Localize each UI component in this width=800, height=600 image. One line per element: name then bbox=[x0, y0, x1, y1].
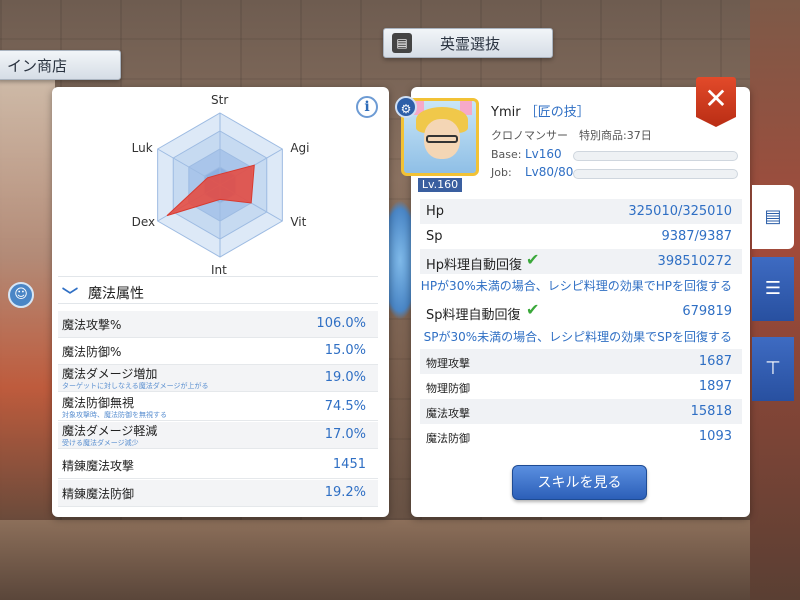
attribute-value: 1451 bbox=[332, 457, 366, 472]
stat-label: 物理防御 bbox=[426, 382, 470, 395]
stat-row-sp-auto: Sp料理自動回復 ✔ 679819 bbox=[420, 299, 742, 324]
stat-row-phys-atk: 物理攻撃 1687 bbox=[420, 349, 742, 374]
stat-label: 魔法防御 bbox=[426, 432, 470, 445]
stat-value: 325010/325010 bbox=[628, 204, 732, 219]
attribute-row: 魔法防御% 15.0% bbox=[58, 338, 378, 365]
attribute-row: 魔法ダメージ増加 ターゲットに対しなえる魔法ダメージが上がる 19.0% bbox=[58, 365, 378, 392]
attribute-value: 106.0% bbox=[316, 316, 366, 331]
base-level: Lv160 bbox=[525, 147, 562, 161]
gear-icon[interactable]: ⚙ bbox=[395, 96, 417, 118]
attribute-row: 精錬魔法防御 19.2% bbox=[58, 480, 378, 507]
npc-icon: ▤ bbox=[392, 33, 412, 53]
close-button[interactable]: ✕ bbox=[696, 77, 736, 127]
hp-auto-note: HPが30%未満の場合、レシピ料理の効果でHPを回復する bbox=[420, 279, 732, 293]
job-level: Lv80/80 bbox=[525, 165, 574, 179]
stat-row-hp: Hp 325010/325010 bbox=[420, 199, 742, 224]
magic-attribute-header[interactable]: ﹀ 魔法属性 bbox=[58, 276, 378, 305]
attribute-row: 魔法攻撃% 106.0% bbox=[58, 311, 378, 338]
tab-status[interactable]: ▤ bbox=[752, 185, 794, 249]
view-skills-button[interactable]: スキルを見る bbox=[512, 465, 647, 500]
radar-axis-label: Int bbox=[211, 263, 227, 277]
base-exp-bar bbox=[573, 151, 738, 161]
attribute-value: 74.5% bbox=[324, 399, 366, 414]
stat-value: 15818 bbox=[690, 404, 732, 419]
hierarchy-icon: ⊤ bbox=[765, 358, 781, 379]
stat-label: 物理攻撃 bbox=[426, 357, 470, 370]
stat-row-phys-def: 物理防御 1897 bbox=[420, 374, 742, 399]
stat-value: 1687 bbox=[698, 354, 732, 369]
attribute-name: 精錬魔法防御 bbox=[62, 487, 135, 501]
attribute-description: 受ける魔法ダメージ減少 bbox=[62, 439, 139, 447]
radar-axis-label: Vit bbox=[290, 215, 307, 229]
sliders-icon: ☰ bbox=[764, 278, 782, 299]
attribute-name: 魔法ダメージ増加 bbox=[62, 367, 158, 381]
attribute-row: 魔法ダメージ軽減 受ける魔法ダメージ減少 17.0% bbox=[58, 422, 378, 449]
attribute-name: 魔法防御% bbox=[62, 345, 122, 359]
radar-axis-label: Dex bbox=[131, 215, 156, 229]
stat-label: 魔法攻撃 bbox=[426, 407, 470, 420]
attribute-name: 精錬魔法攻撃 bbox=[62, 459, 135, 473]
clipboard-icon: ▤ bbox=[764, 206, 782, 227]
attribute-description: 対象攻撃時、魔法防御を無視する bbox=[62, 411, 167, 419]
stat-label: Hp料理自動回復 bbox=[426, 258, 523, 273]
stat-row-mag-atk: 魔法攻撃 15818 bbox=[420, 399, 742, 424]
stat-value: 1897 bbox=[698, 379, 732, 394]
tab-settings[interactable]: ☰ bbox=[752, 257, 794, 321]
stat-row-sp: Sp 9387/9387 bbox=[420, 224, 742, 249]
stat-label: Sp bbox=[426, 229, 443, 244]
chat-icon[interactable]: ☺ bbox=[8, 282, 34, 308]
background-floor bbox=[0, 520, 800, 600]
radar-axis-label: Str bbox=[211, 93, 229, 107]
character-job: クロノマンサー 特別商品:37日 bbox=[491, 129, 652, 142]
section-title: 魔法属性 bbox=[88, 286, 144, 302]
character-name-text: Ymir bbox=[491, 105, 521, 120]
level-badge: Lv.160 bbox=[418, 178, 462, 192]
job-label: Job: bbox=[491, 166, 512, 179]
radar-axis-label: Luk bbox=[131, 141, 153, 155]
character-name: Ymir ［匠の技］ bbox=[491, 101, 590, 120]
attribute-value: 17.0% bbox=[324, 427, 366, 442]
glasses bbox=[426, 135, 458, 143]
stat-radar-chart bbox=[157, 112, 283, 258]
attribute-value: 19.0% bbox=[324, 370, 366, 385]
attribute-row: 魔法防御無視 対象攻撃時、魔法防御を無視する 74.5% bbox=[58, 394, 378, 421]
stat-row-mag-def: 魔法防御 1093 bbox=[420, 424, 742, 449]
base-label: Base: bbox=[491, 148, 522, 161]
stat-label: Sp料理自動回復 bbox=[426, 308, 521, 323]
stat-value: 9387/9387 bbox=[661, 229, 732, 244]
character-title: ［匠の技］ bbox=[524, 105, 590, 120]
attribute-description: ターゲットに対しなえる魔法ダメージが上がる bbox=[62, 382, 209, 390]
chevron-down-icon: ﹀ bbox=[62, 286, 79, 305]
check-icon[interactable]: ✔ bbox=[526, 252, 544, 268]
hero-select-label: 英霊選抜 bbox=[440, 35, 501, 53]
stat-value: 679819 bbox=[682, 304, 732, 319]
stat-label: Hp bbox=[426, 204, 445, 219]
attribute-row: 精錬魔法攻撃 1451 bbox=[58, 452, 378, 479]
attribute-name: 魔法防御無視 bbox=[62, 396, 135, 410]
attribute-value: 15.0% bbox=[324, 343, 366, 358]
shop-sign[interactable]: イン商店 bbox=[0, 50, 121, 80]
stat-value: 398510272 bbox=[657, 254, 732, 269]
stat-value: 1093 bbox=[698, 429, 732, 444]
job-exp-bar bbox=[573, 169, 738, 179]
attribute-name: 魔法攻撃% bbox=[62, 318, 122, 332]
hero-select-sign[interactable]: ▤ 英霊選抜 bbox=[383, 28, 553, 58]
sp-auto-note: SPが30%未満の場合、レシピ料理の効果でSPを回復する bbox=[423, 330, 732, 344]
check-icon[interactable]: ✔ bbox=[526, 302, 544, 318]
attribute-value: 19.2% bbox=[324, 485, 366, 500]
radar-axis-label: Agi bbox=[290, 141, 310, 155]
stat-row-hp-auto: Hp料理自動回復 ✔ 398510272 bbox=[420, 249, 742, 274]
tab-hierarchy[interactable]: ⊤ bbox=[752, 337, 794, 401]
attribute-name: 魔法ダメージ軽減 bbox=[62, 424, 158, 438]
